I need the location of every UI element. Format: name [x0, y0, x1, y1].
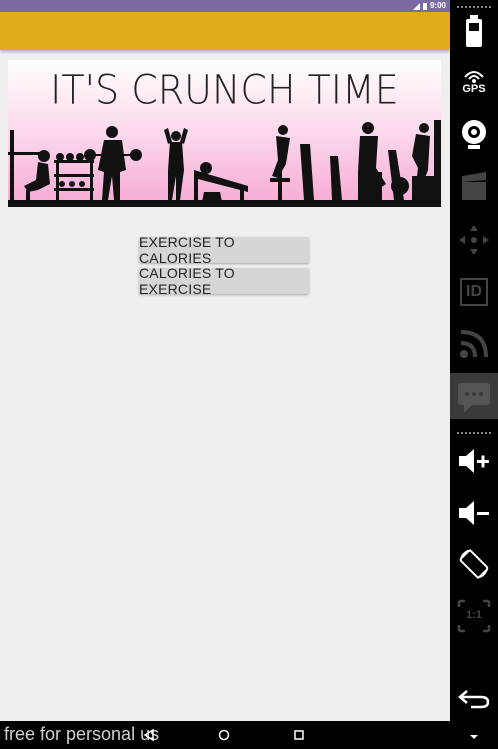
home-circle-icon[interactable]: [217, 728, 231, 742]
calories-to-exercise-button[interactable]: CALORIES TO EXERCISE: [139, 265, 309, 297]
id-icon[interactable]: ID: [455, 274, 493, 310]
video-clapper-icon[interactable]: [455, 170, 493, 204]
status-time: 9:00: [429, 1, 446, 10]
webcam-icon[interactable]: [455, 118, 493, 152]
dpad-icon[interactable]: [455, 222, 493, 258]
scale-icon[interactable]: 1:1: [455, 598, 493, 634]
battery-status-icon: [422, 2, 427, 10]
scale-label: 1:1: [466, 609, 482, 621]
signal-icon: [412, 2, 420, 10]
back-icon[interactable]: [455, 684, 493, 714]
id-label: ID: [466, 283, 482, 300]
rss-icon[interactable]: [455, 326, 493, 362]
volume-up-icon[interactable]: [455, 444, 493, 478]
sms-icon[interactable]: [450, 373, 498, 419]
gps-icon[interactable]: GPS: [455, 66, 493, 98]
exercise-to-calories-button[interactable]: EXERCISE TO CALORIES: [139, 234, 309, 266]
battery-icon[interactable]: [455, 14, 493, 50]
rotate-icon[interactable]: [455, 546, 493, 582]
volume-down-icon[interactable]: [455, 496, 493, 530]
watermark-text: free for personal us: [4, 724, 160, 744]
device-screen: 9:00 IT'S CRUNCH TIME EXERCISE TO CALORI…: [0, 0, 450, 749]
toolbar-divider: [457, 6, 491, 8]
app-bar: [0, 12, 450, 50]
recents-square-icon[interactable]: [292, 728, 306, 742]
chevron-down-icon[interactable]: [455, 730, 493, 744]
back-triangle-icon[interactable]: [142, 728, 156, 742]
status-bar: 9:00: [0, 0, 450, 12]
crunch-time-banner: IT'S CRUNCH TIME: [8, 60, 441, 207]
gps-label: GPS: [462, 83, 486, 95]
banner-title: IT'S CRUNCH TIME: [50, 66, 399, 114]
toolbar-divider: [457, 432, 491, 434]
